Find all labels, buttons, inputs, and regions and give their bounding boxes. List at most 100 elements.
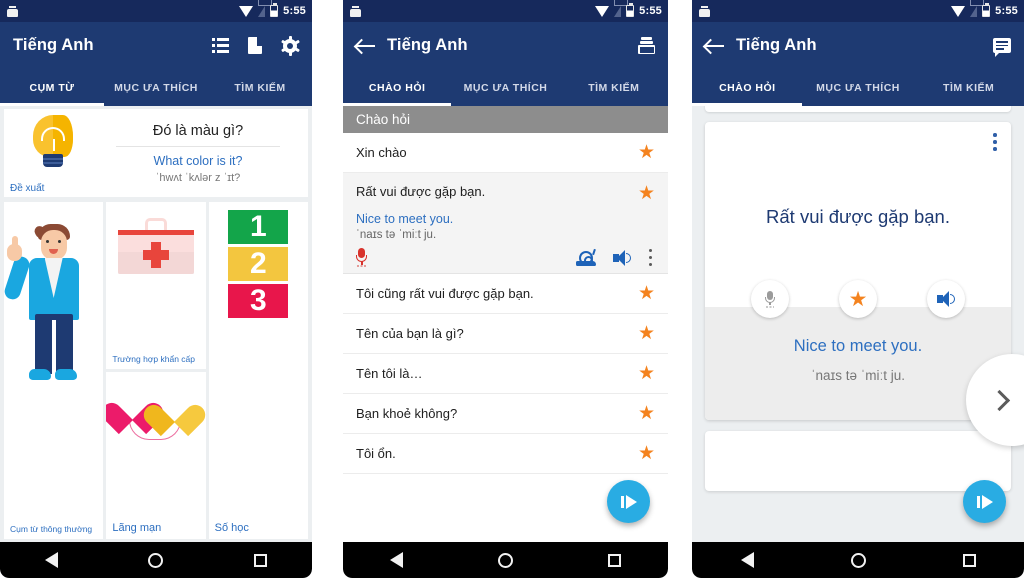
tab-bar-2: CHÀO HỎI MỤC ƯA THÍCH TÌM KIẾM	[343, 69, 668, 106]
next-card-peek[interactable]	[705, 431, 1011, 491]
tab-chao-hoi[interactable]: CHÀO HỎI	[692, 69, 803, 106]
tab-cum-tu[interactable]: CỤM TỪ	[0, 69, 104, 106]
app-bar-3: Tiếng Anh	[692, 22, 1024, 69]
status-left-icons	[699, 5, 710, 17]
phrase-text: Rất vui được gặp bạn.	[356, 184, 486, 199]
chevron-right-icon	[988, 389, 1010, 411]
star-icon[interactable]: ★	[638, 143, 655, 162]
tab-tim-kiem[interactable]: TÌM KIẾM	[560, 69, 668, 106]
numbers-icon: 1 2 3	[228, 210, 289, 320]
home-circle-icon[interactable]	[850, 552, 866, 568]
home-circle-icon[interactable]	[497, 552, 513, 568]
overflow-menu-icon[interactable]	[649, 249, 653, 266]
status-time: 5:55	[283, 5, 306, 17]
flashcard[interactable]: Rất vui được gặp bạn. ★ Nice to meet you…	[705, 122, 1011, 420]
panel1-content: Đề xuất Đó là màu gì? What color is it? …	[0, 106, 312, 542]
phrase-text: Tên tôi là…	[356, 366, 423, 381]
snail-slow-icon[interactable]	[576, 248, 596, 266]
wifi-icon	[951, 5, 966, 17]
home-circle-icon[interactable]	[148, 552, 164, 568]
tab-bar-1: CỤM TỪ MỤC ƯA THÍCH TÌM KIẾM	[0, 69, 312, 106]
star-icon[interactable]: ★	[638, 364, 655, 383]
status-bar-3: 5:55	[692, 0, 1024, 22]
person-pointing-icon	[4, 214, 97, 394]
flashcard-ipa: ˈnaɪs tə ˈmiːt ju.	[810, 368, 906, 383]
app-bar-actions-1	[212, 35, 300, 56]
robot-icon	[350, 5, 361, 17]
tab-muc-ua-thich[interactable]: MỤC ƯA THÍCH	[803, 69, 914, 106]
category-tile-numbers[interactable]: 1 2 3 Số học	[208, 202, 308, 539]
play-slideshow-fab[interactable]	[963, 480, 1006, 523]
phone-screenshot-1: 5:55 Tiếng Anh CỤM TỪ MỤC ƯA THÍCH TÌM K…	[0, 0, 312, 578]
recents-square-icon[interactable]	[253, 553, 267, 567]
back-triangle-icon[interactable]	[45, 552, 59, 568]
lightbulb-icon	[30, 115, 76, 167]
phrase-row[interactable]: Tên của bạn là gì? ★	[343, 314, 668, 354]
star-icon[interactable]: ★	[638, 324, 655, 343]
phrase-ipa: ˈnaɪs tə ˈmiːt ju.	[356, 229, 437, 241]
play-slideshow-fab[interactable]	[607, 480, 650, 523]
robot-icon	[7, 5, 18, 17]
cards-stack-icon[interactable]	[638, 37, 655, 54]
mic-icon[interactable]	[356, 248, 367, 267]
phrase-row[interactable]: Tôi ổn. ★	[343, 434, 668, 474]
star-icon[interactable]: ★	[638, 404, 655, 423]
flashcard-actions: ★	[705, 280, 1011, 318]
category-label: Lãng mạn	[112, 522, 162, 534]
recents-square-icon[interactable]	[607, 553, 621, 567]
tab-chao-hoi[interactable]: CHÀO HỎI	[343, 69, 451, 106]
chat-icon[interactable]	[993, 38, 1011, 53]
tab-tim-kiem[interactable]: TÌM KIẾM	[913, 69, 1024, 106]
back-arrow-icon[interactable]	[356, 38, 375, 54]
screen-3: 5:55 Tiếng Anh CHÀO HỎI MỤC ƯA THÍCH TÌM…	[692, 0, 1024, 578]
gear-icon[interactable]	[280, 35, 300, 56]
section-header: Chào hỏi	[343, 106, 668, 133]
previous-card-peek[interactable]	[705, 106, 1011, 112]
star-icon[interactable]: ★	[638, 184, 655, 203]
phrase-row[interactable]: Bạn khoẻ không? ★	[343, 394, 668, 434]
wifi-icon	[595, 5, 610, 17]
status-time: 5:55	[639, 5, 662, 17]
phrase-text: Tôi ổn.	[356, 446, 396, 461]
speak-button[interactable]	[927, 280, 965, 318]
back-triangle-icon[interactable]	[390, 552, 404, 568]
wifi-icon	[239, 5, 254, 17]
phrase-row-expanded[interactable]: Rất vui được gặp bạn. ★ Nice to meet you…	[343, 173, 668, 274]
suggestion-badge: Đề xuất	[10, 183, 45, 194]
status-left-icons	[350, 5, 361, 17]
recents-square-icon[interactable]	[962, 553, 976, 567]
nav-bar-2	[343, 542, 668, 578]
category-tile-romance[interactable]: Lãng mạn	[106, 372, 206, 539]
page-title: Tiếng Anh	[736, 36, 817, 54]
speaker-icon[interactable]	[613, 249, 632, 266]
overflow-menu-icon[interactable]	[993, 133, 997, 155]
panel-gap	[668, 0, 692, 578]
star-icon: ★	[848, 287, 868, 311]
battery-icon	[626, 3, 635, 17]
suggestion-card[interactable]: Đề xuất Đó là màu gì? What color is it? …	[4, 109, 308, 197]
category-tile-common-phrases[interactable]: Cụm từ thông thường	[4, 202, 104, 539]
status-right-icons: 5:55	[239, 0, 306, 17]
number-1: 1	[228, 210, 289, 244]
phrase-row[interactable]: Xin chào ★	[343, 133, 668, 173]
nav-bar-1	[0, 542, 312, 578]
tab-bar-3: CHÀO HỎI MỤC ƯA THÍCH TÌM KIẾM	[692, 69, 1024, 106]
play-slideshow-icon	[620, 494, 637, 509]
back-triangle-icon[interactable]	[740, 552, 754, 568]
phrase-row[interactable]: Tên tôi là… ★	[343, 354, 668, 394]
flashcard-vietnamese: Rất vui được gặp bạn.	[766, 206, 950, 227]
star-icon[interactable]: ★	[638, 284, 655, 303]
list-icon[interactable]	[212, 38, 229, 53]
mic-icon	[765, 290, 775, 308]
tab-tim-kiem[interactable]: TÌM KIẾM	[208, 69, 312, 106]
mic-button[interactable]	[751, 280, 789, 318]
tab-muc-ua-thich[interactable]: MỤC ƯA THÍCH	[451, 69, 559, 106]
signal-icon	[258, 0, 273, 17]
category-tile-emergency[interactable]: Trường hợp khẩn cấp	[106, 202, 206, 369]
book-icon[interactable]	[248, 37, 262, 54]
tab-muc-ua-thich[interactable]: MỤC ƯA THÍCH	[104, 69, 208, 106]
back-arrow-icon[interactable]	[705, 38, 724, 54]
phrase-row[interactable]: Tôi cũng rất vui được gặp bạn. ★	[343, 274, 668, 314]
favorite-button[interactable]: ★	[839, 280, 877, 318]
star-icon[interactable]: ★	[638, 444, 655, 463]
